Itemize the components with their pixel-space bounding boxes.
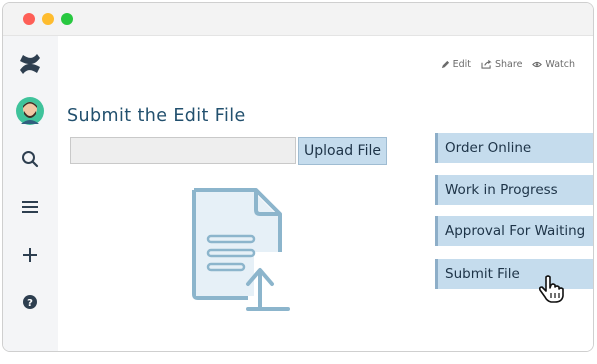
step-order-online[interactable]: Order Online xyxy=(435,133,593,163)
file-upload-icon xyxy=(186,186,296,318)
sidebar: ? xyxy=(3,36,58,351)
step-work-in-progress[interactable]: Work in Progress xyxy=(435,175,593,205)
share-action[interactable]: Share xyxy=(481,59,522,70)
page-title: Submit the Edit File xyxy=(67,106,246,126)
step-submit-file[interactable]: Submit File xyxy=(435,259,593,289)
share-label: Share xyxy=(495,59,523,70)
step-approval-for-waiting[interactable]: Approval For Waiting xyxy=(435,216,593,246)
edit-action[interactable]: Edit xyxy=(441,59,471,70)
minimize-window-button[interactable] xyxy=(42,13,54,25)
app-window: ? Edit Share Watch Submit the Edit File … xyxy=(2,2,594,352)
confluence-logo-icon[interactable] xyxy=(16,50,44,78)
help-icon[interactable]: ? xyxy=(16,288,44,316)
avatar[interactable] xyxy=(16,97,44,125)
pencil-icon xyxy=(441,60,449,69)
upload-file-button[interactable]: Upload File xyxy=(298,137,387,165)
edit-label: Edit xyxy=(452,59,471,70)
plus-icon[interactable] xyxy=(16,241,44,269)
eye-icon xyxy=(532,61,543,68)
maximize-window-button[interactable] xyxy=(61,13,73,25)
main-content: Edit Share Watch Submit the Edit File Up… xyxy=(58,36,593,351)
hand-cursor-icon xyxy=(537,274,567,308)
close-window-button[interactable] xyxy=(23,13,35,25)
menu-icon[interactable] xyxy=(16,193,44,221)
watch-label: Watch xyxy=(545,59,575,70)
watch-action[interactable]: Watch xyxy=(532,59,575,70)
title-bar xyxy=(3,3,593,36)
search-icon[interactable] xyxy=(16,145,44,173)
share-icon xyxy=(481,60,492,69)
page-actions: Edit Share Watch xyxy=(441,59,575,70)
svg-text:?: ? xyxy=(27,298,33,309)
file-path-input[interactable] xyxy=(70,137,296,164)
